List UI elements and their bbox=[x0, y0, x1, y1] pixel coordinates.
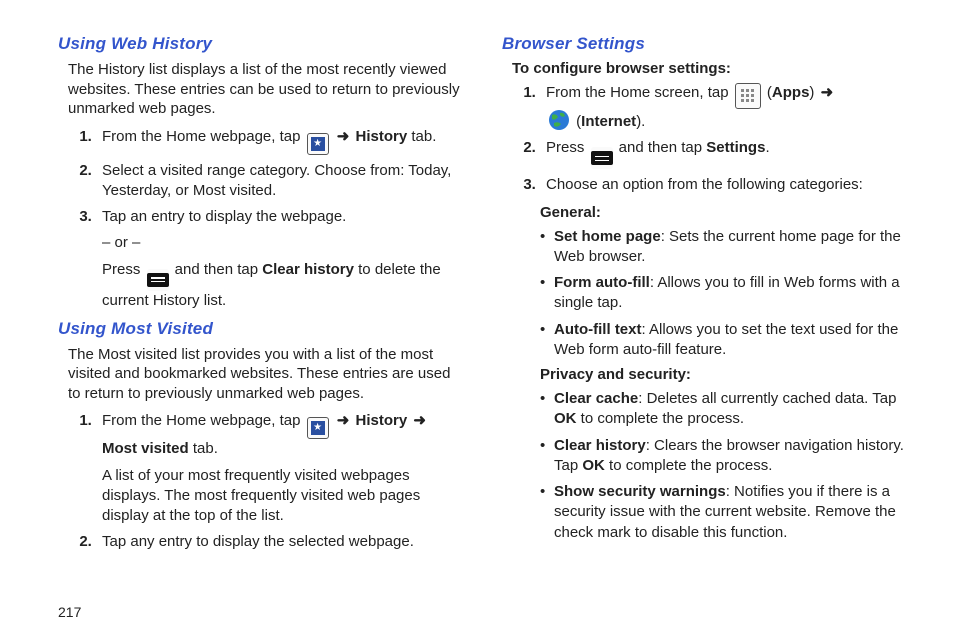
left-column: Using Web History The History list displ… bbox=[58, 34, 462, 561]
bookmarks-star-icon: ★ bbox=[307, 417, 329, 439]
lead-configure: To configure browser settings: bbox=[512, 60, 906, 77]
bullet-item: Show security warnings: Notifies you if … bbox=[540, 482, 906, 543]
history-label: History bbox=[356, 412, 408, 429]
text: . bbox=[765, 139, 769, 156]
intro-most-visited: The Most visited list provides you with … bbox=[68, 345, 462, 404]
apps-label: Apps bbox=[772, 84, 810, 101]
internet-label: Internet bbox=[581, 113, 636, 130]
bullet-term: Clear cache bbox=[554, 390, 638, 407]
step-item: Select a visited range category. Choose … bbox=[96, 161, 462, 202]
steps-web-history: From the Home webpage, tap ★ ➜ History t… bbox=[66, 127, 462, 311]
text: ( bbox=[763, 84, 772, 101]
clear-history-label: Clear history bbox=[262, 261, 354, 278]
bullet-item: Set home page: Sets the current home pag… bbox=[540, 227, 906, 268]
text: : Deletes all currently cached data. Tap bbox=[638, 390, 896, 407]
page-number: 217 bbox=[58, 604, 81, 620]
text: tab. bbox=[407, 128, 436, 145]
history-label: History bbox=[356, 128, 408, 145]
text: ) bbox=[809, 84, 818, 101]
arrow-icon: ➜ bbox=[821, 84, 834, 101]
steps-browser-settings: From the Home screen, tap (Apps) ➜ (Inte… bbox=[510, 83, 906, 196]
apps-grid-icon bbox=[735, 83, 761, 109]
columns: Using Web History The History list displ… bbox=[58, 34, 906, 561]
bullet-item: Clear cache: Deletes all currently cache… bbox=[540, 389, 906, 430]
bookmarks-star-icon: ★ bbox=[307, 133, 329, 155]
arrow-icon: ➜ bbox=[337, 128, 350, 145]
text: tab. bbox=[189, 440, 218, 457]
text: Tap an entry to display the webpage. bbox=[102, 208, 346, 225]
ok-label: OK bbox=[554, 410, 577, 427]
text: ). bbox=[636, 113, 645, 130]
steps-most-visited: From the Home webpage, tap ★ ➜ History ➜… bbox=[66, 411, 462, 552]
most-visited-label: Most visited bbox=[102, 440, 189, 457]
menu-icon bbox=[147, 269, 169, 291]
text: ( bbox=[572, 113, 581, 130]
text: From the Home screen, tap bbox=[546, 84, 733, 101]
right-column: Browser Settings To configure browser se… bbox=[502, 34, 906, 561]
step-item: From the Home webpage, tap ★ ➜ History ➜… bbox=[96, 411, 462, 526]
step-item: From the Home webpage, tap ★ ➜ History t… bbox=[96, 127, 462, 155]
intro-web-history: The History list displays a list of the … bbox=[68, 60, 462, 119]
globe-icon bbox=[548, 109, 570, 131]
bullet-term: Form auto-fill bbox=[554, 274, 650, 291]
text: to complete the process. bbox=[605, 457, 773, 474]
text: and then tap bbox=[615, 139, 707, 156]
text: to complete the process. bbox=[577, 410, 745, 427]
heading-browser-settings: Browser Settings bbox=[502, 34, 906, 54]
step-item: Tap any entry to display the selected we… bbox=[96, 532, 462, 552]
settings-label: Settings bbox=[706, 139, 765, 156]
text: From the Home webpage, tap bbox=[102, 128, 305, 145]
arrow-icon: ➜ bbox=[413, 412, 426, 429]
text: Press bbox=[102, 261, 145, 278]
bullet-term: Show security warnings bbox=[554, 483, 726, 500]
step-item: Tap an entry to display the webpage. – o… bbox=[96, 207, 462, 311]
step-item: Choose an option from the following cate… bbox=[540, 175, 906, 195]
text: From the Home webpage, tap bbox=[102, 412, 305, 429]
arrow-icon: ➜ bbox=[337, 412, 350, 429]
step-sub: A list of your most frequently visited w… bbox=[102, 466, 462, 527]
subhead-privacy: Privacy and security: bbox=[540, 366, 906, 383]
bullet-item: Form auto-fill: Allows you to fill in We… bbox=[540, 273, 906, 314]
step-item: From the Home screen, tap (Apps) ➜ (Inte… bbox=[540, 83, 906, 132]
privacy-bullets: Clear cache: Deletes all currently cache… bbox=[540, 389, 906, 543]
alt-instruction: Press and then tap Clear history to dele… bbox=[102, 260, 462, 311]
bullet-item: Auto-fill text: Allows you to set the te… bbox=[540, 320, 906, 361]
bullet-term: Clear history bbox=[554, 437, 646, 454]
heading-using-web-history: Using Web History bbox=[58, 34, 462, 54]
bullet-item: Clear history: Clears the browser naviga… bbox=[540, 436, 906, 477]
bullet-term: Auto-fill text bbox=[554, 321, 642, 338]
ok-label: OK bbox=[582, 457, 605, 474]
manual-page: Using Web History The History list displ… bbox=[0, 0, 954, 636]
general-bullets: Set home page: Sets the current home pag… bbox=[540, 227, 906, 361]
or-divider: – or – bbox=[102, 233, 462, 253]
bullet-term: Set home page bbox=[554, 228, 661, 245]
step-item: Press and then tap Settings. bbox=[540, 138, 906, 169]
heading-using-most-visited: Using Most Visited bbox=[58, 319, 462, 339]
text: and then tap bbox=[171, 261, 263, 278]
subhead-general: General: bbox=[540, 204, 906, 221]
text: Press bbox=[546, 139, 589, 156]
menu-icon bbox=[591, 147, 613, 169]
